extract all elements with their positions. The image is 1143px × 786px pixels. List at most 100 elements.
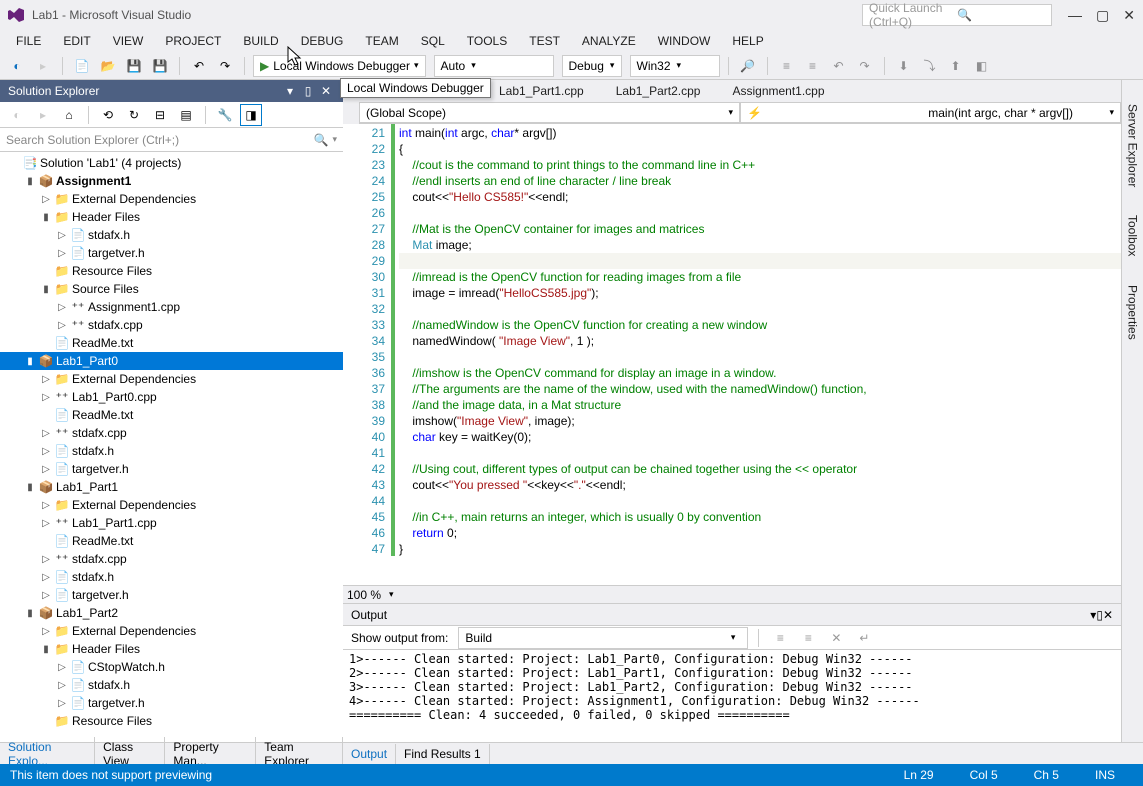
uncomment-button[interactable]: ≡ [802, 55, 824, 77]
tree-item[interactable]: ▷📄targetver.h [0, 460, 343, 478]
collapse-icon[interactable]: ⊟ [149, 104, 171, 126]
wrap-icon[interactable]: ↵ [853, 627, 875, 649]
undo-button[interactable]: ↶ [188, 55, 210, 77]
close-panel-icon[interactable]: ✕ [1103, 608, 1113, 622]
tree-item[interactable]: ▷📄stdafx.h [0, 676, 343, 694]
find-msg-icon[interactable]: ≡ [769, 627, 791, 649]
side-rail-tab[interactable]: Properties [1124, 281, 1142, 344]
tree-item[interactable]: ▷📁External Dependencies [0, 190, 343, 208]
step-out-button[interactable]: ⬆ [945, 55, 967, 77]
pin-icon[interactable]: ▯ [1096, 608, 1103, 622]
side-rail-tab[interactable]: Server Explorer [1124, 100, 1142, 191]
save-button[interactable]: 💾 [123, 55, 145, 77]
tree-item[interactable]: ▷📄CStopWatch.h [0, 658, 343, 676]
tree-item[interactable]: 📁Resource Files [0, 712, 343, 730]
tree-item[interactable]: ▷⁺⁺Lab1_Part1.cpp [0, 514, 343, 532]
open-button[interactable]: 📂 [97, 55, 119, 77]
prev-msg-icon[interactable]: ≡ [797, 627, 819, 649]
tree-item[interactable]: ▮📦Assignment1 [0, 172, 343, 190]
save-all-button[interactable]: 💾 [149, 55, 171, 77]
dropdown-icon[interactable]: ▾ [281, 84, 299, 98]
close-button[interactable]: ✕ [1123, 7, 1135, 24]
redo-button[interactable]: ↷ [214, 55, 236, 77]
output-source-combo[interactable]: Build▾ [458, 627, 748, 649]
bottom-tab[interactable]: Find Results 1 [396, 744, 490, 764]
config-combo[interactable]: Debug▾ [562, 55, 622, 77]
tree-item[interactable]: ▮📦Lab1_Part2 [0, 604, 343, 622]
editor-tab[interactable]: Lab1_Part2.cpp [600, 81, 717, 101]
back-button[interactable]: ◐ [6, 55, 28, 77]
tree-item[interactable]: ▷📄targetver.h [0, 244, 343, 262]
comment-button[interactable]: ≡ [776, 55, 798, 77]
maximize-button[interactable]: ▢ [1096, 7, 1109, 24]
editor-tab[interactable]: Lab1_Part1.cpp [483, 81, 600, 101]
menu-help[interactable]: HELP [724, 32, 771, 50]
tree-item[interactable]: ▷📁External Dependencies [0, 496, 343, 514]
minimize-button[interactable]: — [1068, 7, 1082, 23]
scope-right[interactable]: ⚡ main(int argc, char * argv[])▾ [740, 102, 1121, 123]
fwd-icon[interactable]: ▸ [32, 104, 54, 126]
home-icon[interactable]: ⌂ [58, 104, 80, 126]
preview-icon[interactable]: ◨ [240, 104, 262, 126]
tree-item[interactable]: ▮📁Header Files [0, 640, 343, 658]
tree-item[interactable]: ▷📁External Dependencies [0, 370, 343, 388]
step-over-button[interactable]: ⤵ [919, 55, 941, 77]
solution-tree[interactable]: 📑Solution 'Lab1' (4 projects)▮📦Assignmen… [0, 152, 343, 742]
show-all-icon[interactable]: ▤ [175, 104, 197, 126]
arch-combo[interactable]: Win32▾ [630, 55, 720, 77]
side-rail-tab[interactable]: Toolbox [1124, 211, 1142, 260]
tree-item[interactable]: 📄ReadMe.txt [0, 406, 343, 424]
menu-team[interactable]: TEAM [357, 32, 406, 50]
tree-item[interactable]: 📄ReadMe.txt [0, 532, 343, 550]
scope-left[interactable]: (Global Scope)▾ [359, 102, 740, 123]
menu-project[interactable]: PROJECT [157, 32, 229, 50]
break-button[interactable]: ◧ [971, 55, 993, 77]
solution-search-input[interactable]: Search Solution Explorer (Ctrl+;) 🔍 ▾ [0, 128, 343, 152]
nav-fwd-button[interactable]: ↷ [854, 55, 876, 77]
quick-launch-input[interactable]: Quick Launch (Ctrl+Q) 🔍 [862, 4, 1052, 26]
tree-item[interactable]: ▮📁Source Files [0, 280, 343, 298]
tree-item[interactable]: ▷⁺⁺stdafx.cpp [0, 424, 343, 442]
tree-item[interactable]: ▷📄stdafx.h [0, 568, 343, 586]
tree-item[interactable]: ▷📄stdafx.h [0, 442, 343, 460]
fwd-button[interactable]: ▸ [32, 55, 54, 77]
code-editor[interactable]: 2122232425262728293031323334353637383940… [343, 124, 1121, 585]
tree-item[interactable]: ▷⁺⁺Assignment1.cpp [0, 298, 343, 316]
menu-tools[interactable]: TOOLS [459, 32, 515, 50]
zoom-level[interactable]: 100 % [343, 588, 385, 602]
nav-back-button[interactable]: ↶ [828, 55, 850, 77]
editor-tab[interactable]: Assignment1.cpp [716, 81, 840, 101]
tree-item[interactable]: ▷⁺⁺Lab1_Part0.cpp [0, 388, 343, 406]
tree-item[interactable]: 📄ReadMe.txt [0, 334, 343, 352]
menu-test[interactable]: TEST [521, 32, 568, 50]
tree-item[interactable]: ▮📦Lab1_Part1 [0, 478, 343, 496]
menu-debug[interactable]: DEBUG [293, 32, 352, 50]
menu-file[interactable]: FILE [8, 32, 49, 50]
close-panel-icon[interactable]: ✕ [317, 84, 335, 98]
pin-icon[interactable]: ▯ [299, 84, 317, 98]
tree-item[interactable]: ▷📄stdafx.h [0, 226, 343, 244]
menu-sql[interactable]: SQL [413, 32, 453, 50]
properties-icon[interactable]: 🔧 [214, 104, 236, 126]
tree-item[interactable]: ▷📄targetver.h [0, 586, 343, 604]
refresh-icon[interactable]: ↻ [123, 104, 145, 126]
tree-item[interactable]: 📑Solution 'Lab1' (4 projects) [0, 154, 343, 172]
tree-item[interactable]: 📁Resource Files [0, 262, 343, 280]
output-text[interactable]: 1>------ Clean started: Project: Lab1_Pa… [343, 650, 1121, 742]
platform-combo[interactable]: Auto▾ [434, 55, 554, 77]
menu-view[interactable]: VIEW [105, 32, 152, 50]
bottom-tab[interactable]: Output [343, 744, 396, 764]
menu-analyze[interactable]: ANALYZE [574, 32, 644, 50]
tree-item[interactable]: ▷⁺⁺stdafx.cpp [0, 550, 343, 568]
new-project-button[interactable]: 📄 [71, 55, 93, 77]
clear-icon[interactable]: ✕ [825, 627, 847, 649]
start-debugging-button[interactable]: ▶ Local Windows Debugger ▾ [253, 55, 426, 77]
tree-item[interactable]: ▷📁External Dependencies [0, 622, 343, 640]
menu-window[interactable]: WINDOW [650, 32, 719, 50]
menu-build[interactable]: BUILD [235, 32, 286, 50]
step-into-button[interactable]: ⬇ [893, 55, 915, 77]
find-button[interactable]: 🔎 [737, 55, 759, 77]
tree-item[interactable]: ▷⁺⁺stdafx.cpp [0, 316, 343, 334]
tree-item[interactable]: ▮📦Lab1_Part0 [0, 352, 343, 370]
back-icon[interactable]: ◐ [6, 104, 28, 126]
